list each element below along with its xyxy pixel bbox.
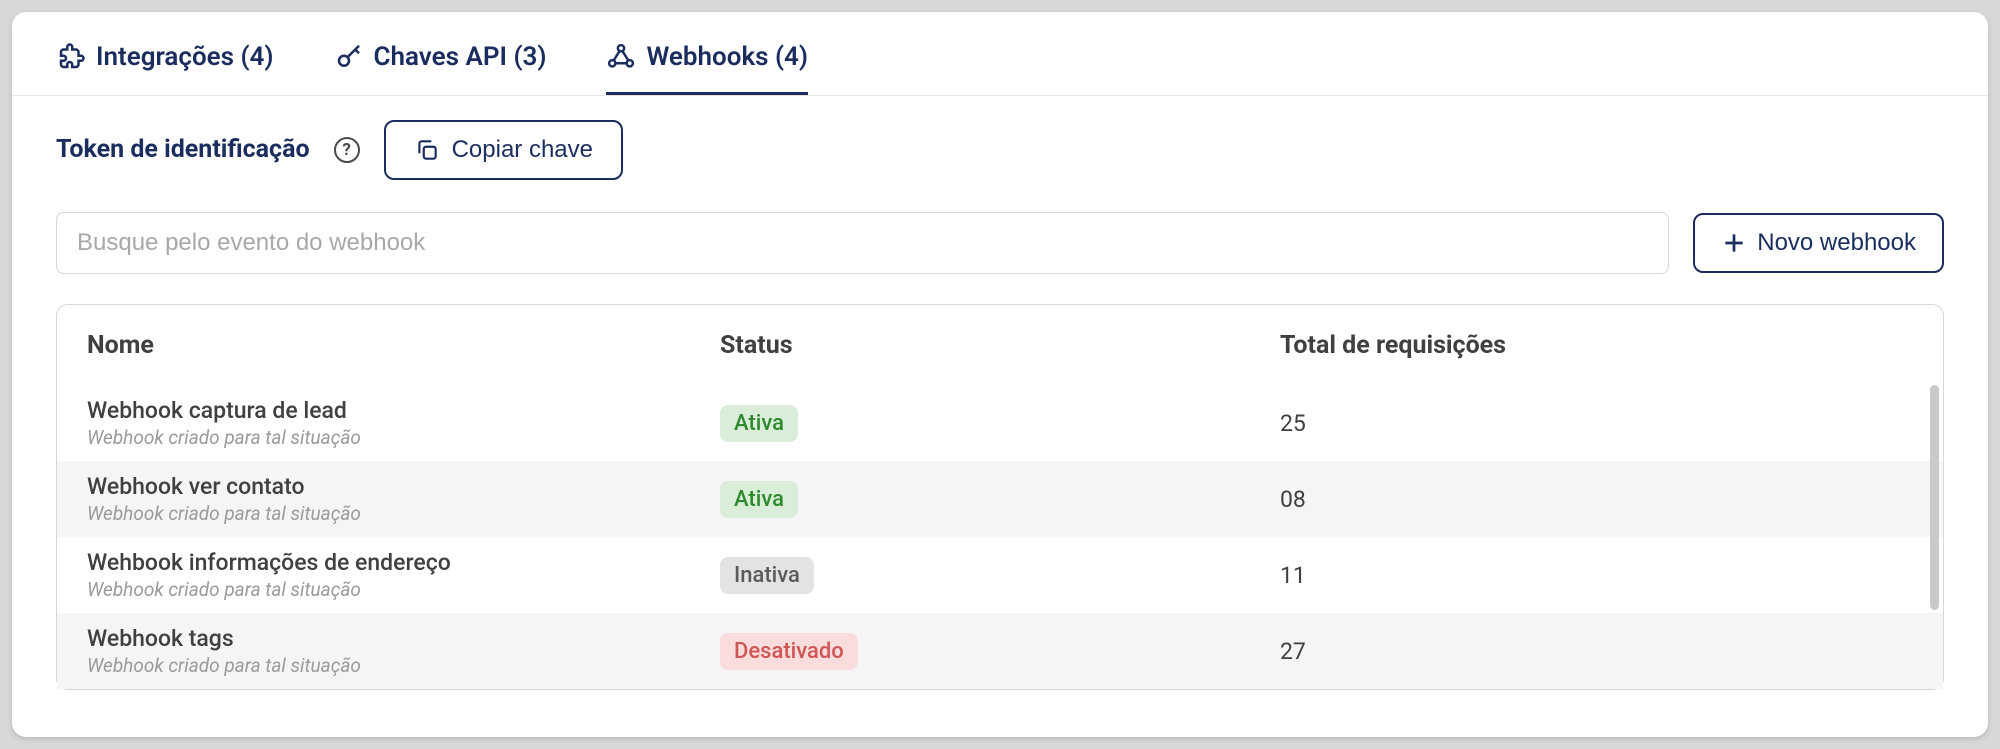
tab-integrations[interactable]: Integrações (4) [56,42,274,95]
webhook-name: Webhook captura de lead [87,397,720,424]
cell-requests: 08 [1280,486,1913,513]
cell-name: Wehbook informações de endereço Webhook … [87,549,720,601]
tab-api-keys[interactable]: Chaves API (3) [334,42,547,95]
puzzle-icon [56,42,86,72]
help-icon[interactable]: ? [334,137,360,163]
cell-requests: 25 [1280,410,1913,437]
key-icon [334,42,364,72]
col-name: Nome [87,331,720,360]
cell-name: Webhook tags Webhook criado para tal sit… [87,625,720,677]
table-body: Webhook captura de lead Webhook criado p… [57,385,1943,689]
search-input[interactable] [56,212,1669,274]
status-badge: Ativa [720,481,798,518]
webhook-name: Wehbook informações de endereço [87,549,720,576]
col-status: Status [720,331,1280,360]
token-label: Token de identificação [56,134,310,167]
tabs-nav: Integrações (4) Chaves API (3) Webhooks … [12,12,1988,96]
webhooks-table: Nome Status Total de requisições Webhook… [56,304,1944,690]
cell-requests: 11 [1280,562,1913,589]
cell-status: Ativa [720,405,1280,442]
plus-icon [1721,230,1747,256]
tab-label: Chaves API (3) [374,42,547,72]
new-button-label: Novo webhook [1757,229,1916,257]
table-row[interactable]: Wehbook informações de endereço Webhook … [57,537,1943,613]
webhook-desc: Webhook criado para tal situação [87,502,720,525]
cell-requests: 27 [1280,638,1913,665]
tab-label: Webhooks (4) [646,42,808,72]
cell-name: Webhook captura de lead Webhook criado p… [87,397,720,449]
scrollbar[interactable] [1930,385,1939,610]
status-badge: Inativa [720,557,814,594]
cell-status: Desativado [720,633,1280,670]
col-requests: Total de requisições [1280,331,1913,360]
search-row: Novo webhook [12,212,1988,304]
copy-key-button[interactable]: Copiar chave [384,120,623,180]
token-row: Token de identificação ? Copiar chave [12,96,1988,212]
webhook-name: Webhook ver contato [87,473,720,500]
table-row[interactable]: Webhook captura de lead Webhook criado p… [57,385,1943,461]
webhook-icon [606,42,636,72]
webhook-desc: Webhook criado para tal situação [87,426,720,449]
table-header: Nome Status Total de requisições [57,305,1943,385]
webhook-desc: Webhook criado para tal situação [87,578,720,601]
webhook-desc: Webhook criado para tal situação [87,654,720,677]
new-webhook-button[interactable]: Novo webhook [1693,213,1944,273]
cell-name: Webhook ver contato Webhook criado para … [87,473,720,525]
copy-icon [414,137,440,163]
tab-webhooks[interactable]: Webhooks (4) [606,42,808,95]
webhook-name: Webhook tags [87,625,720,652]
copy-button-label: Copiar chave [452,136,593,164]
status-badge: Ativa [720,405,798,442]
status-badge: Desativado [720,633,858,670]
webhooks-panel: Integrações (4) Chaves API (3) Webhooks … [12,12,1988,737]
cell-status: Inativa [720,557,1280,594]
table-row[interactable]: Webhook tags Webhook criado para tal sit… [57,613,1943,689]
tab-label: Integrações (4) [96,42,274,72]
cell-status: Ativa [720,481,1280,518]
table-row[interactable]: Webhook ver contato Webhook criado para … [57,461,1943,537]
